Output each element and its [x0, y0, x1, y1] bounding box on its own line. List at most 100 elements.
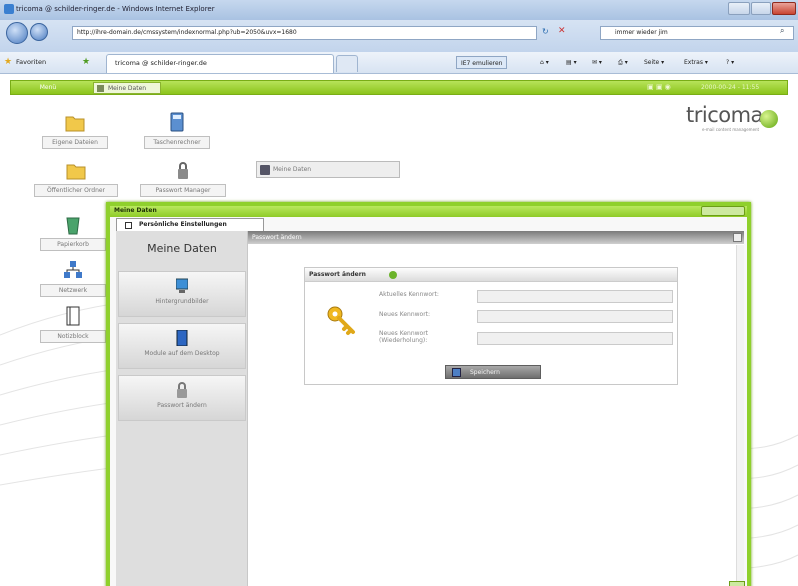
scrollbar[interactable] [736, 245, 744, 586]
repeat-password-label: Neues Kennwort (Wiederholung): [379, 330, 429, 344]
sidebar-item-hintergrundbilder[interactable]: Hintergrundbilder [118, 271, 246, 317]
desktop-icon-notizblock[interactable]: Notizblock [40, 305, 106, 343]
sidebar-item-label: Module auf dem Desktop [144, 350, 220, 357]
new-password-label: Neues Kennwort: [379, 311, 431, 318]
stop-icon[interactable]: ✕ [558, 26, 566, 36]
lock-icon [178, 162, 188, 179]
search-input[interactable]: immer wieder jim [600, 26, 794, 40]
logo-text: tricoma [686, 103, 763, 127]
main-panel: Passwort ändern Passwort ändern Aktuelle… [248, 231, 744, 586]
add-favorite-icon[interactable]: ★ [82, 57, 90, 67]
desktop-icon-papierkorb[interactable]: Papierkorb [40, 213, 106, 251]
save-label: Speichern [470, 369, 500, 376]
password-form: Passwort ändern Aktuelles Kennwort: Neue… [304, 267, 678, 385]
folder-icon [65, 116, 85, 132]
desktop-icon-netzwerk[interactable]: Netzwerk [40, 259, 106, 297]
help-icon[interactable]: ? ▾ [722, 56, 738, 69]
favorites-star-icon[interactable]: ★ [4, 57, 12, 67]
logo-mark [760, 110, 778, 128]
dialog-window-controls[interactable] [701, 206, 745, 216]
search-icon[interactable]: ⌕ [780, 26, 784, 36]
tab-icon [125, 222, 132, 229]
save-button[interactable]: Speichern [445, 365, 541, 379]
desktop-icon-eigene-dateien[interactable]: Eigene Dateien [42, 111, 108, 149]
tab-persoenliche-einstellungen[interactable]: Persönliche Einstellungen [116, 218, 264, 231]
floppy-icon [452, 368, 461, 377]
panel-header: Passwort ändern [248, 231, 744, 244]
desktop-icon-label: Öffentlicher Ordner [34, 184, 118, 197]
clock: 2000-00-24 - 11:55 [701, 84, 760, 91]
minimize-button[interactable] [728, 2, 750, 15]
current-password-field[interactable] [477, 290, 673, 303]
notepad-icon [66, 306, 80, 326]
window-titlebar: tricoma @ schilder-ringer.de - Windows I… [0, 0, 798, 20]
settings-sidebar: Meine Daten Hintergrundbilder Module auf… [116, 231, 248, 586]
refresh-icon[interactable]: ↻ [542, 27, 549, 36]
recycle-bin-icon [66, 217, 80, 235]
panel-title: Passwort ändern [252, 234, 302, 241]
url-input[interactable]: http://ihre-domain.de/cmssystem/indexnor… [72, 26, 537, 40]
desktop-icon-taschenrechner[interactable]: Taschenrechner [144, 111, 210, 149]
network-icon [64, 261, 82, 278]
calculator-icon [170, 112, 184, 132]
close-window-button[interactable] [772, 2, 796, 15]
resize-handle[interactable] [729, 581, 745, 586]
page-menu-label: Seite [644, 59, 660, 66]
taskbar-tab-label: Meine Daten [108, 85, 147, 92]
ie-icon [4, 4, 14, 14]
desktop-icon-label: Eigene Dateien [42, 136, 108, 149]
folder-icon [66, 164, 86, 180]
meine-daten-dialog: Meine Daten Persönliche Einstellungen Me… [106, 202, 751, 586]
desktop-icon-label: Taschenrechner [144, 136, 210, 149]
desktop-icon-oeffentlicher-ordner[interactable]: Öffentlicher Ordner [34, 159, 118, 197]
extras-menu-label: Extras [684, 59, 703, 66]
taskbar-tab-meine-daten[interactable]: Meine Daten [93, 82, 161, 94]
home-icon[interactable]: ⌂ ▾ [536, 56, 553, 69]
repeat-password-field[interactable] [477, 332, 673, 345]
sidebar-title: Meine Daten [147, 242, 217, 255]
maximize-button[interactable] [751, 2, 771, 15]
browser-tab-active[interactable]: tricoma @ schilder-ringer.de [106, 54, 334, 73]
forward-button[interactable] [30, 23, 48, 41]
panel-collapse-button[interactable] [733, 233, 742, 242]
extras-menu[interactable]: Extras ▾ [680, 56, 712, 69]
tab-label: Persönliche Einstellungen [139, 221, 227, 228]
sidebar-item-label: Hintergrundbilder [155, 298, 209, 305]
monitor-icon [176, 278, 188, 293]
new-tab-button[interactable] [336, 55, 358, 72]
page-menu[interactable]: Seite ▾ [640, 56, 668, 69]
user-icon [260, 165, 270, 175]
sidebar-item-module[interactable]: Module auf dem Desktop [118, 323, 246, 369]
desktop-icon-label: Netzwerk [40, 284, 106, 297]
favorites-label[interactable]: Favoriten [16, 58, 46, 66]
logo-subtitle: e-mail content management [702, 127, 760, 132]
compat-button[interactable]: IE7 emulieren [456, 56, 508, 69]
key-icon [327, 306, 355, 335]
print-icon[interactable]: ⎙ ▾ [614, 56, 632, 69]
desktop-icon-label: Passwort Manager [140, 184, 226, 197]
lock-icon [177, 382, 187, 398]
sidebar-item-label: Passwort ändern [157, 402, 207, 409]
sidebar-item-passwort-aendern[interactable]: Passwort ändern [118, 375, 246, 421]
window-title: tricoma @ schilder-ringer.de - Windows I… [16, 5, 215, 13]
desktop-icon-passwort-manager[interactable]: Passwort Manager [140, 159, 226, 197]
feeds-icon[interactable]: ▤ ▾ [562, 56, 581, 69]
dialog-titlebar[interactable]: Meine Daten [110, 206, 747, 217]
back-button[interactable] [6, 22, 28, 44]
web-page: Menü Meine Daten ▣ ▣ ◉ 2000-00-24 - 11:5… [0, 75, 798, 586]
tray-icons[interactable]: ▣ ▣ ◉ [647, 83, 671, 91]
mail-icon[interactable]: ✉ ▾ [588, 56, 606, 69]
app-taskbar: Menü Meine Daten ▣ ▣ ◉ 2000-00-24 - 11:5… [10, 80, 788, 95]
tricoma-logo: tricoma e-mail content management [672, 103, 782, 135]
form-header: Passwort ändern [305, 268, 677, 282]
module-icon [176, 330, 188, 346]
desktop-icon-label: Papierkorb [40, 238, 106, 251]
new-password-field[interactable] [477, 310, 673, 323]
current-password-label: Aktuelles Kennwort: [379, 291, 439, 298]
desktop-icon-label: Notizblock [40, 330, 106, 343]
menu-button[interactable]: Menü [23, 83, 73, 93]
dialog-title: Meine Daten [114, 207, 157, 214]
browser-tab-label: tricoma @ schilder-ringer.de [115, 59, 207, 67]
form-title: Passwort ändern [309, 271, 366, 278]
desktop-shortcut-meine-daten[interactable]: Meine Daten [256, 161, 400, 178]
